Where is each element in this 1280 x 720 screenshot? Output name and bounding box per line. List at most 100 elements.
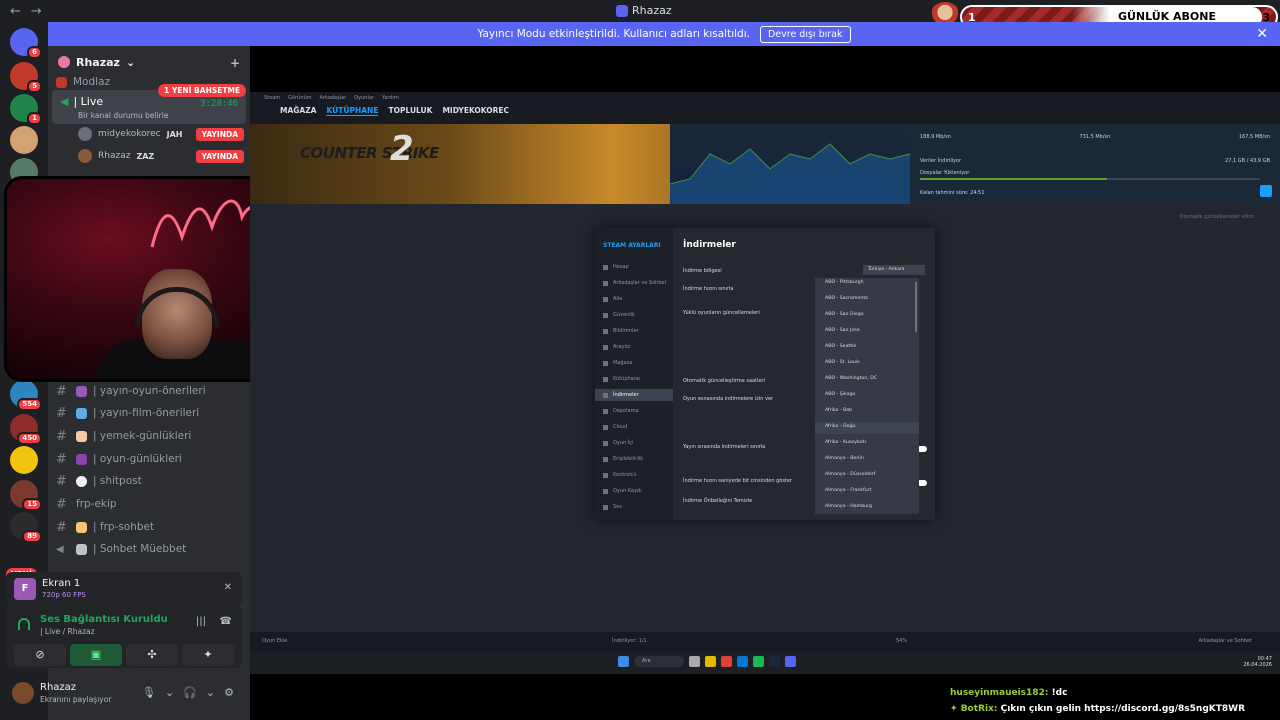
disconnect-icon[interactable]: ☎ xyxy=(220,616,232,627)
unread-badge: 450 xyxy=(17,432,42,445)
edge-icon[interactable] xyxy=(737,656,748,667)
voice-user[interactable]: Rhazaz ZAZ YAYINDA xyxy=(78,146,244,166)
discord-icon[interactable] xyxy=(785,656,796,667)
region-option[interactable]: Almanya - Berlin xyxy=(825,456,864,461)
nav-profile[interactable]: MIDYEKOKOREC xyxy=(442,106,509,116)
server-icon[interactable]: 5 xyxy=(10,62,42,93)
region-option[interactable]: Almanya - Frankfurt xyxy=(825,488,871,493)
noise-suppression-icon[interactable]: ||| xyxy=(196,616,206,627)
scrollbar[interactable] xyxy=(915,282,917,332)
gear-icon[interactable]: ⚙ xyxy=(224,686,234,699)
server-icon[interactable] xyxy=(10,126,38,154)
stop-stream-icon[interactable]: ✕ xyxy=(224,582,232,593)
disable-streamer-mode-button[interactable]: Devre dışı bırak xyxy=(759,25,851,43)
date[interactable]: 26.04.2026 xyxy=(1243,662,1272,668)
chrome-icon[interactable] xyxy=(721,656,732,667)
server-icon[interactable]: 1 xyxy=(10,94,42,125)
region-option[interactable]: ABD - Washington, DC xyxy=(825,376,877,381)
menu-item[interactable]: Arkadaşlar xyxy=(320,95,347,101)
settings-item[interactable]: Oyun İçi xyxy=(603,440,633,446)
channel-item[interactable]: # frp-ekip xyxy=(56,494,244,514)
soundboard-button[interactable]: ✦ xyxy=(182,644,234,666)
avatar[interactable] xyxy=(12,682,34,704)
file-explorer-icon[interactable] xyxy=(705,656,716,667)
channel-item[interactable]: # | yayın-film-önerileri xyxy=(56,403,244,423)
settings-item[interactable]: Kontrolcü xyxy=(603,472,637,478)
settings-item[interactable]: Arayüz xyxy=(603,344,630,350)
signal-icon[interactable] xyxy=(18,618,30,630)
download-progress-bar xyxy=(920,178,1260,180)
chevron-down-icon[interactable]: ⌄ xyxy=(165,686,174,699)
taskbar-search[interactable]: Ara xyxy=(634,656,684,667)
channel-item[interactable]: # | frp-sohbet xyxy=(56,517,244,537)
task-view-icon[interactable] xyxy=(689,656,700,667)
region-option[interactable]: ABD - Sacramento xyxy=(825,296,868,301)
region-option[interactable]: Afrika - Doğu xyxy=(825,424,856,429)
settings-item[interactable]: Erişilebilirlik xyxy=(603,456,643,462)
region-option[interactable]: ABD - Pittsburgh xyxy=(825,280,864,285)
screen-share-button[interactable]: ▣ xyxy=(70,644,122,666)
unread-badge: 5 xyxy=(27,80,42,93)
friends-chat-button[interactable]: Arkadaşlar ve Sohbet xyxy=(1198,638,1252,644)
settings-item[interactable]: Cloud xyxy=(603,424,627,430)
settings-item[interactable]: Hesap xyxy=(603,264,629,270)
nav-community[interactable]: TOPLULUK xyxy=(388,106,432,116)
downloading-status[interactable]: İndiriliyor: 1/1 xyxy=(612,638,647,644)
nav-library[interactable]: KÜTÜPHANE xyxy=(326,106,379,116)
menu-item[interactable]: Oyunlar xyxy=(354,95,374,101)
forward-arrow-icon[interactable]: → xyxy=(31,4,42,19)
headphones-icon[interactable]: 🎧 xyxy=(183,686,197,699)
region-option[interactable]: ABD - Şikago xyxy=(825,392,855,397)
pause-icon[interactable] xyxy=(1260,185,1272,197)
settings-item[interactable]: Aile xyxy=(603,296,622,302)
menu-item[interactable]: Yardım xyxy=(382,95,399,101)
chevron-down-icon[interactable]: ⌄ xyxy=(206,686,215,699)
settings-item[interactable]: Kütüphane xyxy=(603,376,640,382)
server-icon[interactable] xyxy=(10,446,38,474)
channel-item[interactable]: # | yayın-oyun-önerileri xyxy=(56,381,244,401)
windows-start-icon[interactable] xyxy=(618,656,629,667)
region-option[interactable]: ABD - Seattle xyxy=(825,344,856,349)
server-icon[interactable]: 554 xyxy=(10,380,42,411)
back-arrow-icon[interactable]: ← xyxy=(10,4,21,19)
region-option[interactable]: Almanya - Düsseldorf xyxy=(825,472,875,477)
server-icon[interactable]: 15 xyxy=(10,480,42,511)
channel-item[interactable]: # | yemek-günlükleri xyxy=(56,426,244,446)
add-game-button[interactable]: Oyun Ekle xyxy=(262,638,287,644)
region-option[interactable]: ABD - San Diego xyxy=(825,312,864,317)
settings-item[interactable]: Bildirimler xyxy=(603,328,639,334)
settings-item-downloads[interactable]: İndirmeler xyxy=(603,392,639,398)
spotify-icon[interactable] xyxy=(753,656,764,667)
channel-item[interactable]: # | oyun-günlükleri xyxy=(56,449,244,469)
region-option[interactable]: ABD - St. Louis xyxy=(825,360,860,365)
settings-item[interactable]: Oyun Kaydı xyxy=(603,488,642,494)
activities-button[interactable]: ✣ xyxy=(126,644,178,666)
channel-item[interactable]: # | shitpost xyxy=(56,471,244,491)
server-icon[interactable]: 89 xyxy=(10,512,42,543)
camera-off-button[interactable]: ⊘ xyxy=(14,644,66,666)
voice-channel-item[interactable]: ◀ | Sohbet Müebbet xyxy=(56,539,244,559)
settings-item[interactable]: Depolama xyxy=(603,408,639,414)
nav-store[interactable]: MAĞAZA xyxy=(280,106,316,116)
region-option[interactable]: Afrika - Kuzeybatı xyxy=(825,440,866,445)
region-dropdown[interactable]: Türkiye - Ankara xyxy=(863,265,925,275)
new-mention-pill[interactable]: 1 YENİ BAHSETME xyxy=(158,84,247,97)
menu-item[interactable]: Görünüm xyxy=(288,95,311,101)
settings-item[interactable]: Güvenlik xyxy=(603,312,635,318)
channel-status[interactable]: Bir kanal durumu belirle xyxy=(78,111,168,120)
voice-user[interactable]: midyekokorec JAH YAYINDA xyxy=(78,124,244,144)
region-option[interactable]: ABD - San Jose xyxy=(825,328,860,333)
region-option[interactable]: Almanya - Hamburg xyxy=(825,504,872,509)
steam-icon[interactable] xyxy=(769,656,780,667)
server-icon[interactable]: 450 xyxy=(10,414,42,445)
microphone-icon[interactable]: 🎙 xyxy=(142,686,156,699)
settings-item[interactable]: Ses xyxy=(603,504,622,510)
region-option[interactable]: Afrika - Batı xyxy=(825,408,852,413)
close-icon[interactable]: ✕ xyxy=(1256,26,1268,42)
voice-status-title[interactable]: Ses Bağlantısı Kuruldu xyxy=(40,614,168,625)
settings-item[interactable]: Mağaza xyxy=(603,360,632,366)
add-user-icon[interactable]: + xyxy=(230,56,240,70)
settings-item[interactable]: Arkadaşlar ve Sohbet xyxy=(603,280,667,286)
menu-item[interactable]: Steam xyxy=(264,95,280,101)
discord-home-icon[interactable]: 6 xyxy=(10,28,42,59)
